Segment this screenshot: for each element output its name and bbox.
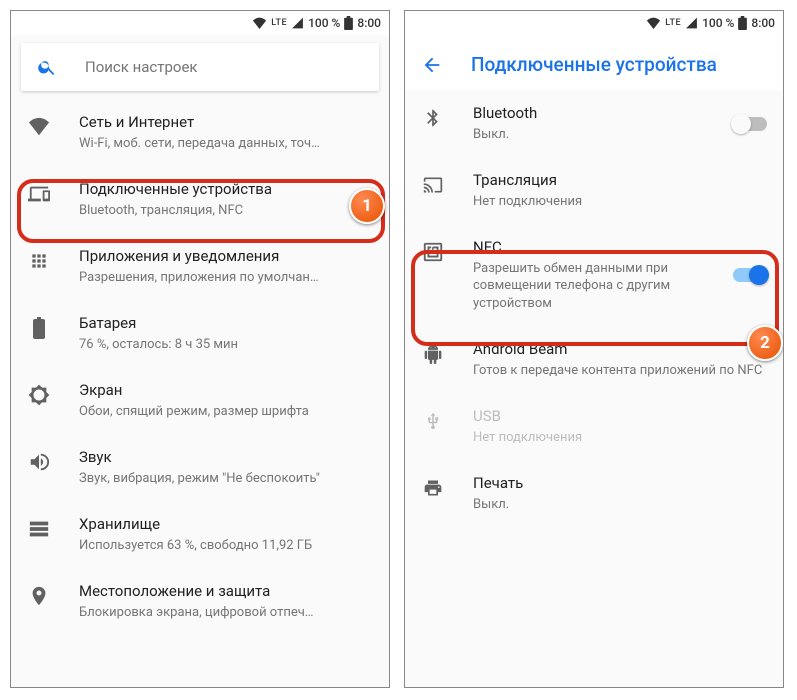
row-title: Экран <box>79 381 373 401</box>
apps-icon <box>27 249 51 273</box>
bluetooth-switch[interactable] <box>733 117 767 131</box>
battery-icon <box>738 16 747 30</box>
storage-icon <box>27 517 51 541</box>
status-bar: LTE 100 % 8:00 <box>11 11 389 35</box>
wifi-icon <box>646 17 661 29</box>
row-nfc[interactable]: NFC Разрешить обмен данными при совмещен… <box>405 224 783 326</box>
row-title: Местоположение и защита <box>79 582 373 602</box>
row-title: Трансляция <box>473 171 767 191</box>
clock: 8:00 <box>751 16 775 30</box>
row-cast[interactable]: Трансляция Нет подключения <box>405 157 783 224</box>
row-android-beam[interactable]: Android Beam Готов к передаче контента п… <box>405 326 783 393</box>
row-subtitle: Bluetooth, трансляция, NFC <box>79 202 373 220</box>
row-subtitle: Выкл. <box>473 126 697 144</box>
battery-pct: 100 % <box>702 16 734 30</box>
row-print[interactable]: Печать Выкл. <box>405 460 783 527</box>
sound-icon <box>27 450 51 474</box>
row-security[interactable]: Местоположение и защита Блокировка экран… <box>11 568 389 635</box>
cast-icon <box>421 173 445 197</box>
row-title: NFC <box>473 238 697 258</box>
row-subtitle: Звук, вибрация, режим "Не беспокоить" <box>79 470 373 488</box>
signal-icon <box>291 17 304 29</box>
back-button[interactable] <box>421 54 443 76</box>
row-usb: USB Нет подключения <box>405 393 783 460</box>
row-display[interactable]: Экран Обои, спящий режим, размер шрифта <box>11 367 389 434</box>
row-subtitle: Разрешения, приложения по умолчан… <box>79 269 373 287</box>
row-connected-devices[interactable]: Подключенные устройства Bluetooth, транс… <box>11 166 389 233</box>
row-subtitle: Обои, спящий режим, размер шрифта <box>79 403 373 421</box>
status-bar: LTE 100 % 8:00 <box>405 11 783 35</box>
brightness-icon <box>27 383 51 407</box>
row-subtitle: Нет подключения <box>473 193 767 211</box>
print-icon <box>421 476 445 500</box>
row-subtitle: Разрешить обмен данными при совмещении т… <box>473 260 697 313</box>
wifi-icon <box>252 17 267 29</box>
page-title: Подключенные устройства <box>471 53 717 76</box>
row-subtitle: Блокировка экрана, цифровой отпеч… <box>79 604 373 622</box>
row-bluetooth[interactable]: Bluetooth Выкл. <box>405 90 783 157</box>
row-subtitle: Готов к передаче контента приложений по … <box>473 362 767 380</box>
row-subtitle: Выкл. <box>473 496 767 514</box>
bluetooth-icon <box>421 106 445 130</box>
battery-icon <box>27 316 51 340</box>
row-title: Хранилище <box>79 515 373 535</box>
lte-label: LTE <box>271 18 287 28</box>
search-settings[interactable]: Поиск настроек <box>21 43 379 91</box>
row-title: Батарея <box>79 314 373 334</box>
devices-icon <box>27 182 51 206</box>
location-icon <box>27 584 51 608</box>
row-title: Bluetooth <box>473 104 697 124</box>
row-subtitle: Wi-Fi, моб. сети, передача данных, точ… <box>79 135 373 153</box>
nfc-icon <box>421 240 445 264</box>
row-title: Приложения и уведомления <box>79 247 373 267</box>
row-title: Android Beam <box>473 340 767 360</box>
search-icon <box>37 57 57 77</box>
row-title: USB <box>473 407 767 427</box>
search-placeholder: Поиск настроек <box>85 58 198 76</box>
row-subtitle: 76 %, осталось: 8 ч 35 мин <box>79 336 373 354</box>
row-subtitle: Нет подключения <box>473 429 767 447</box>
row-network[interactable]: Сеть и Интернет Wi-Fi, моб. сети, переда… <box>11 99 389 166</box>
android-icon <box>421 342 445 366</box>
row-title: Подключенные устройства <box>79 180 373 200</box>
row-title: Звук <box>79 448 373 468</box>
row-storage[interactable]: Хранилище Используется 63 %, свободно 11… <box>11 501 389 568</box>
clock: 8:00 <box>357 16 381 30</box>
phone-right: LTE 100 % 8:00 Подключенные устройства B… <box>404 10 784 688</box>
signal-icon <box>685 17 698 29</box>
row-title: Печать <box>473 474 767 494</box>
battery-icon <box>344 16 353 30</box>
row-sound[interactable]: Звук Звук, вибрация, режим "Не беспокоит… <box>11 434 389 501</box>
nfc-switch[interactable] <box>733 268 767 282</box>
row-battery[interactable]: Батарея 76 %, осталось: 8 ч 35 мин <box>11 300 389 367</box>
lte-label: LTE <box>665 18 681 28</box>
wifi-icon <box>27 115 51 139</box>
battery-pct: 100 % <box>308 16 340 30</box>
page-header: Подключенные устройства <box>405 35 783 90</box>
row-title: Сеть и Интернет <box>79 113 373 133</box>
row-subtitle: Используется 63 %, свободно 11,92 ГБ <box>79 537 373 555</box>
phone-left: LTE 100 % 8:00 Поиск настроек Сеть и Инт… <box>10 10 390 688</box>
usb-icon <box>421 409 445 433</box>
row-apps[interactable]: Приложения и уведомления Разрешения, при… <box>11 233 389 300</box>
